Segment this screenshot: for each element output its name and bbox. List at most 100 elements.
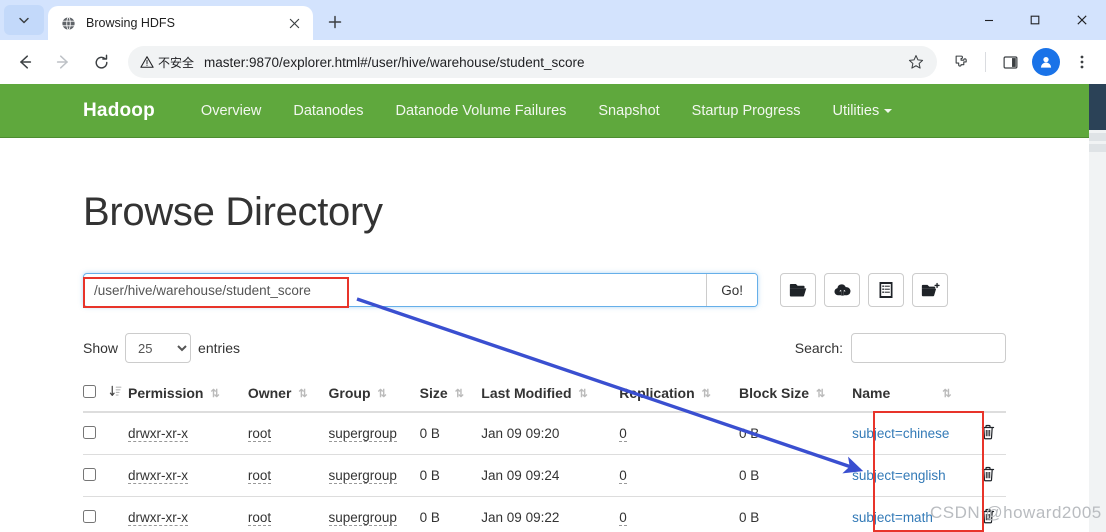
- select-all-checkbox[interactable]: [83, 385, 96, 398]
- table-header-row: Permission ⇅ Owner ⇅ Group ⇅ Size ⇅ Last Mod…: [83, 377, 1006, 413]
- create-directory-button[interactable]: [912, 273, 948, 307]
- row-spacer-cell: [109, 412, 128, 455]
- directory-link[interactable]: subject=chinese: [852, 426, 949, 441]
- header-group[interactable]: Group ⇅: [328, 377, 420, 413]
- cell-permission: drwxr-xr-x: [128, 412, 248, 455]
- reload-button[interactable]: [84, 45, 118, 79]
- sort-icon: ⇅: [210, 388, 220, 400]
- trash-icon[interactable]: [981, 508, 995, 527]
- owner-value[interactable]: root: [247, 510, 272, 526]
- group-value[interactable]: supergroup: [328, 468, 397, 484]
- sort-icon: ⇅: [816, 388, 826, 400]
- hadoop-brand[interactable]: Hadoop: [83, 100, 155, 122]
- header-size[interactable]: Size ⇅: [419, 377, 482, 413]
- group-value[interactable]: supergroup: [328, 510, 397, 526]
- nav-link-datanode-volume-failures[interactable]: Datanode Volume Failures: [380, 103, 583, 119]
- directory-link[interactable]: subject=math: [852, 510, 933, 525]
- cell-size: 0 B: [419, 454, 482, 497]
- permission-value[interactable]: drwxr-xr-x: [128, 426, 188, 442]
- tab-close-icon[interactable]: [283, 12, 305, 34]
- cell-name: subject=chinese: [852, 412, 982, 455]
- cell-delete: [981, 412, 1006, 455]
- reload-icon: [95, 54, 107, 69]
- replication-value[interactable]: 0: [619, 510, 627, 526]
- arrow-left-icon: [20, 55, 32, 69]
- row-checkbox[interactable]: [83, 509, 96, 523]
- header-block-size[interactable]: Block Size ⇅: [739, 377, 853, 413]
- new-tab-button[interactable]: [321, 8, 349, 36]
- profile-avatar-icon[interactable]: [1032, 48, 1060, 76]
- nav-link-label: Snapshot: [598, 102, 660, 119]
- header-sort-toggle[interactable]: [109, 377, 128, 413]
- row-select-cell[interactable]: [83, 412, 109, 455]
- bookmark-star-icon[interactable]: [901, 47, 931, 77]
- cell-block-size: 0 B: [739, 454, 853, 497]
- replication-value[interactable]: 0: [619, 468, 627, 484]
- path-input[interactable]: [84, 274, 707, 306]
- directory-link[interactable]: subject=english: [852, 468, 945, 483]
- header-last-modified[interactable]: Last Modified ⇅: [481, 377, 620, 413]
- table-row[interactable]: drwxr-xr-x root supergroup 0 B Jan 09 09…: [83, 454, 1006, 497]
- page-length-select[interactable]: 25 50 100: [125, 333, 192, 363]
- maximize-button[interactable]: [1012, 0, 1058, 40]
- back-button[interactable]: [8, 45, 42, 79]
- upload-file-button[interactable]: [824, 273, 860, 307]
- search-input[interactable]: [851, 333, 1006, 363]
- security-status[interactable]: 不安全: [140, 54, 194, 71]
- group-value[interactable]: supergroup: [328, 426, 397, 442]
- tab-search-button[interactable]: [4, 5, 44, 35]
- minimize-icon: [985, 19, 993, 22]
- side-panel-button[interactable]: [994, 46, 1026, 78]
- permission-value[interactable]: drwxr-xr-x: [128, 510, 188, 526]
- page-title: Browse Directory: [83, 190, 383, 234]
- owner-value[interactable]: root: [247, 426, 272, 442]
- row-select-cell[interactable]: [83, 496, 109, 532]
- permission-value[interactable]: drwxr-xr-x: [128, 468, 188, 484]
- cell-owner: root: [247, 412, 329, 455]
- header-permission[interactable]: Permission ⇅: [128, 377, 248, 413]
- arrow-right-icon: [56, 55, 68, 69]
- header-label: Block Size: [739, 385, 810, 401]
- cell-group: supergroup: [328, 412, 420, 455]
- go-button[interactable]: Go!: [706, 274, 757, 306]
- security-label: 不安全: [158, 55, 195, 70]
- url-text[interactable]: master:9870/explorer.html#/user/hive/war…: [204, 55, 901, 70]
- header-name[interactable]: Name ⇅: [852, 377, 982, 413]
- nav-link-overview[interactable]: Overview: [185, 103, 277, 119]
- cell-delete: [981, 454, 1006, 497]
- nav-link-utilities[interactable]: Utilities: [816, 103, 908, 119]
- browser-menu-button[interactable]: [1066, 46, 1098, 78]
- replication-value[interactable]: 0: [619, 426, 627, 442]
- nav-link-snapshot[interactable]: Snapshot: [582, 103, 675, 119]
- forward-button[interactable]: [46, 45, 80, 79]
- header-label: Group: [328, 385, 371, 401]
- trash-icon[interactable]: [981, 424, 995, 443]
- row-select-cell[interactable]: [83, 454, 109, 497]
- row-checkbox[interactable]: [83, 425, 96, 439]
- header-label: Last Modified: [481, 385, 572, 401]
- header-replication[interactable]: Replication ⇅: [619, 377, 740, 413]
- address-bar[interactable]: 不安全 master:9870/explorer.html#/user/hive…: [128, 46, 937, 78]
- browser-tab[interactable]: Browsing HDFS: [48, 6, 313, 40]
- header-owner[interactable]: Owner ⇅: [247, 377, 329, 413]
- trash-icon[interactable]: [981, 466, 995, 485]
- open-folder-button[interactable]: [780, 273, 816, 307]
- cell-name: subject=english: [852, 454, 982, 497]
- sort-icon: ⇅: [701, 388, 711, 400]
- extensions-button[interactable]: [945, 46, 977, 78]
- table-row[interactable]: drwxr-xr-x root supergroup 0 B Jan 09 09…: [83, 496, 1006, 532]
- owner-value[interactable]: root: [247, 468, 272, 484]
- row-checkbox[interactable]: [83, 467, 96, 481]
- select-all-header[interactable]: [83, 377, 109, 413]
- nav-link-datanodes[interactable]: Datanodes: [277, 103, 379, 119]
- show-label: Show: [83, 340, 119, 356]
- table-row[interactable]: drwxr-xr-x root supergroup 0 B Jan 09 09…: [83, 412, 1006, 455]
- close-window-button[interactable]: [1058, 0, 1106, 40]
- snapshot-list-button[interactable]: [868, 273, 904, 307]
- minimize-button[interactable]: [966, 0, 1012, 40]
- table-controls: Show 25 50 100 entries Search:: [83, 333, 1006, 363]
- nav-link-startup-progress[interactable]: Startup Progress: [676, 103, 817, 119]
- side-panel-icon: [1003, 55, 1017, 69]
- maximize-icon: [1030, 15, 1040, 25]
- files-table-body: drwxr-xr-x root supergroup 0 B Jan 09 09…: [83, 412, 1006, 532]
